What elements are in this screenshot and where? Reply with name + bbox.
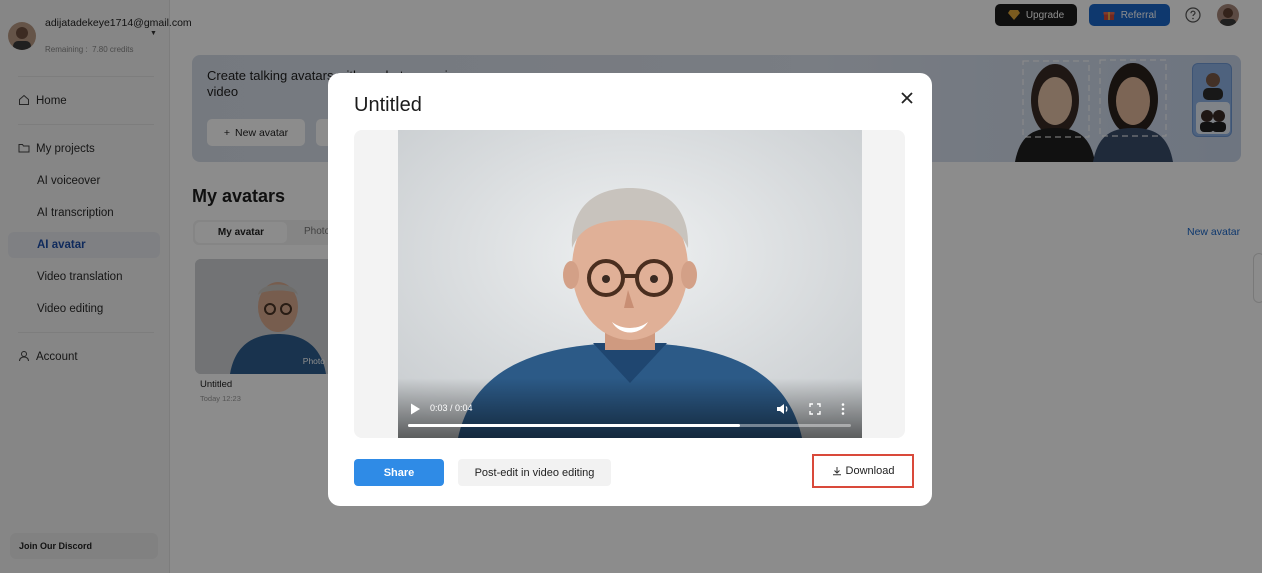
download-icon bbox=[832, 467, 841, 476]
video-preview-modal: Untitled 0:03 / 0:04 Share Post-edit in … bbox=[328, 73, 932, 506]
download-button[interactable]: Download bbox=[812, 454, 914, 488]
close-button[interactable] bbox=[897, 88, 917, 108]
video-time: 0:03 / 0:04 bbox=[430, 403, 473, 413]
share-button[interactable]: Share bbox=[354, 459, 444, 486]
video-progress-fill bbox=[408, 424, 741, 427]
modal-title: Untitled bbox=[354, 94, 422, 116]
video-container: 0:03 / 0:04 bbox=[354, 130, 905, 438]
post-edit-button[interactable]: Post-edit in video editing bbox=[458, 459, 611, 486]
fullscreen-icon[interactable] bbox=[808, 402, 822, 416]
video-controls: 0:03 / 0:04 bbox=[398, 378, 862, 438]
download-label: Download bbox=[845, 465, 895, 477]
close-icon bbox=[901, 92, 913, 104]
more-options-icon[interactable] bbox=[840, 402, 846, 416]
volume-icon[interactable] bbox=[776, 402, 790, 416]
play-icon[interactable] bbox=[408, 402, 422, 416]
video-player[interactable]: 0:03 / 0:04 bbox=[398, 130, 862, 438]
video-progress-bar[interactable] bbox=[408, 424, 851, 427]
